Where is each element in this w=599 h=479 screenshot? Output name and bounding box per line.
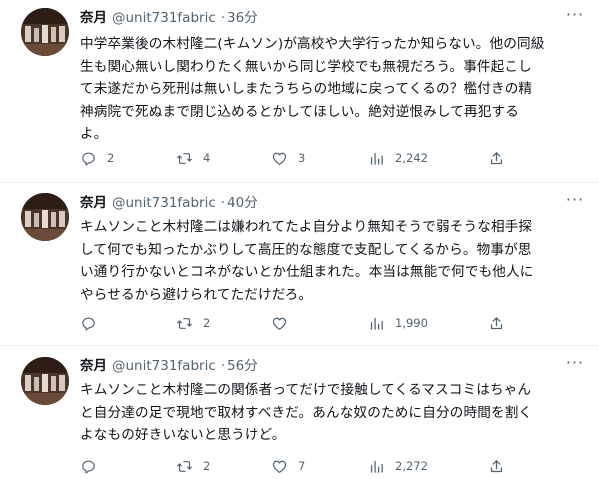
avatar[interactable] (21, 357, 69, 405)
tweet-text-line: て未遂だから死刑は無いしまたうちらの地域に戻ってくるの？檻付きの精 (80, 81, 533, 98)
reply-icon (82, 152, 95, 165)
views-button[interactable]: 2,242 (368, 148, 428, 168)
heart-icon (272, 460, 287, 473)
retweet-icon (177, 152, 192, 164)
views-button[interactable]: 2,272 (368, 456, 428, 476)
retweet-icon (177, 460, 192, 472)
share-button[interactable] (488, 313, 505, 333)
separator-dot: · (220, 195, 226, 211)
reply-button[interactable] (80, 456, 107, 476)
like-count: 7 (298, 459, 306, 473)
separator-dot: · (220, 358, 226, 374)
view-count: 2,272 (395, 459, 428, 473)
username[interactable]: @unit731fabric (112, 10, 216, 26)
views-icon (370, 460, 383, 473)
tweet-text: 中学卒業後の木村隆二(キムソン)が高校や大学行ったか知らない。他の同級 生も関心… (80, 33, 588, 146)
view-count: 2,242 (395, 151, 428, 165)
retweet-button[interactable]: 2 (176, 456, 210, 476)
tweet-text-line: 生も関心無いし関わりたく無いから同じ学校でも無視だろう。事件起こし (80, 58, 532, 75)
more-icon[interactable]: ··· (565, 355, 585, 376)
tweet[interactable]: 奈月 @unit731fabric · 40分 ··· キムソンこと木村隆二は嫌われて… (0, 183, 599, 346)
tweet-header: 奈月 @unit731fabric · 40分 (80, 193, 258, 213)
timestamp[interactable]: 56分 (227, 358, 258, 374)
like-button[interactable]: 3 (271, 148, 305, 168)
like-button[interactable]: 7 (271, 456, 305, 476)
tweet-text-line: 神病院で死ぬまで閉じ込めるとかしてほしい。絶対逆恨みして再犯する (80, 103, 519, 120)
more-icon[interactable]: ··· (565, 7, 585, 28)
retweet-icon (177, 317, 192, 329)
share-icon (490, 151, 503, 164)
username[interactable]: @unit731fabric (112, 358, 216, 374)
reply-button[interactable] (80, 313, 107, 333)
tweet-text-line: キムソンこと木村隆二の関係者ってだけで接触してくるマスコミはちゃん (80, 382, 532, 398)
heart-icon (272, 317, 287, 330)
tweet-text-line: 中学卒業後の木村隆二(キムソン)が高校や大学行ったか知らない。他の同級 (80, 36, 545, 52)
tweet[interactable]: 奈月 @unit731fabric · 56分 ··· キムソンこと木村隆二の関係者っ… (0, 346, 599, 479)
retweet-button[interactable]: 2 (176, 313, 210, 333)
separator-dot: · (220, 10, 226, 26)
share-button[interactable] (488, 148, 505, 168)
tweet-text-line: よなもの好きいないと思うけど。 (80, 427, 286, 444)
tweet[interactable]: 奈月 @unit731fabric · 36分 ··· 中学卒業後の木村隆二(キムソン… (0, 0, 599, 183)
retweet-button[interactable]: 4 (176, 148, 210, 168)
display-name[interactable]: 奈月 (80, 358, 107, 374)
tweet-header: 奈月 @unit731fabric · 36分 (80, 8, 258, 28)
heart-icon (272, 152, 287, 165)
tweet-text-line: い通り行かないとコネがないとか仕組まれた。本当は無能で何でも他人に (80, 264, 534, 281)
like-count: 3 (298, 151, 306, 165)
display-name[interactable]: 奈月 (80, 10, 107, 26)
tweet-text-line: と自分達の足で現地で取材すべきだ。あんな奴のために自分の時間を割く (80, 404, 533, 421)
tweet-actions: 2 4 3 2,242 (80, 148, 530, 168)
tweet-text-line: して何でも知ったかぶりして高圧的な態度で支配してくるから。物事が思 (80, 241, 532, 258)
avatar[interactable] (21, 8, 69, 56)
views-icon (370, 317, 383, 330)
username[interactable]: @unit731fabric (112, 195, 216, 211)
reply-icon (82, 317, 95, 330)
tweet-text: キムソンこと木村隆二の関係者ってだけで接触してくるマスコミはちゃん と自分達の足… (80, 379, 588, 447)
reply-count: 2 (107, 151, 115, 165)
share-icon (490, 459, 503, 472)
tweet-text: キムソンこと木村隆二は嫌われてたよ自分より無知そうで弱そうな相手探 して何でも知… (80, 216, 588, 306)
timestamp[interactable]: 40分 (227, 195, 258, 211)
tweet-text-line: よ。 (80, 126, 108, 143)
views-icon (370, 152, 383, 165)
like-button[interactable] (271, 313, 298, 333)
tweet-header: 奈月 @unit731fabric · 56分 (80, 356, 258, 376)
timestamp[interactable]: 36分 (227, 10, 258, 26)
view-count: 1,990 (395, 316, 428, 330)
display-name[interactable]: 奈月 (80, 195, 107, 211)
retweet-count: 2 (203, 316, 211, 330)
retweet-count: 4 (203, 151, 211, 165)
tweet-feed: 奈月 @unit731fabric · 36分 ··· 中学卒業後の木村隆二(キムソン… (0, 0, 599, 479)
more-icon[interactable]: ··· (565, 192, 585, 213)
reply-button[interactable]: 2 (80, 148, 114, 168)
tweet-text-line: キムソンこと木村隆二は嫌われてたよ自分より無知そうで弱そうな相手探 (80, 219, 533, 235)
reply-icon (82, 460, 95, 473)
share-icon (490, 316, 503, 329)
tweet-actions: 2 1,990 (80, 313, 530, 333)
views-button[interactable]: 1,990 (368, 313, 428, 333)
share-button[interactable] (488, 456, 505, 476)
tweet-actions: 2 7 2,272 (80, 456, 530, 476)
avatar[interactable] (21, 193, 69, 241)
retweet-count: 2 (203, 459, 211, 473)
tweet-text-line: やらせるから避けられてただけだろ。 (80, 286, 313, 303)
